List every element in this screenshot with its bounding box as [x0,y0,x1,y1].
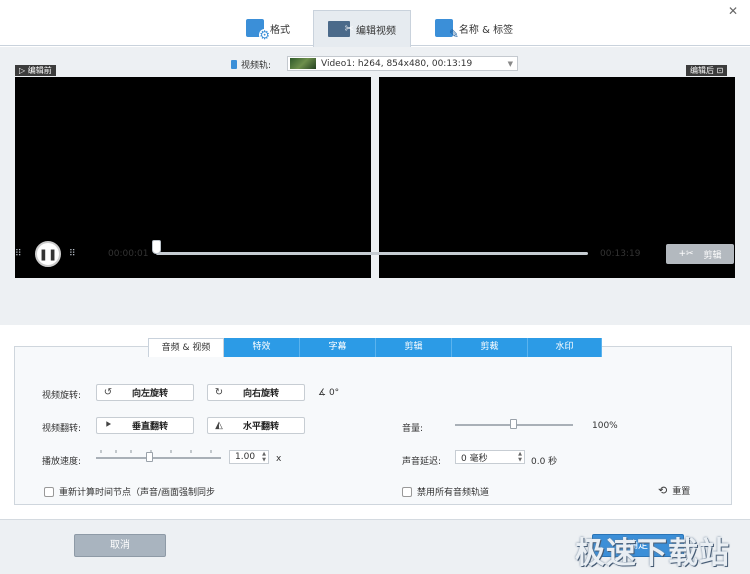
tab-subtitles[interactable]: 字幕 [300,338,376,357]
tab-format-label: 格式 [270,24,290,36]
pause-button[interactable]: ❚❚ [35,241,61,267]
speed-input[interactable]: 1.00 ▲ ▼ [229,450,269,464]
tag-edit-icon [434,19,459,41]
grip-right-icon: ⠿ [69,249,76,259]
tab-watermark[interactable]: 水印 [528,338,602,357]
video-track-value: Video1: h264, 854x480, 00:13:19 [321,58,473,69]
tab-effects[interactable]: 特效 [224,338,300,357]
rotate-right-button[interactable]: ↻ 向右旋转 [207,384,305,401]
before-preview-screen [15,77,371,278]
reset-icon: ⟲ [658,484,668,497]
recalc-timing-checkbox[interactable]: 重新计算时间节点（声音/画面强制同步 [44,485,215,498]
volume-label: 音量: [402,424,424,434]
cut-button-label: 剪辑 [703,250,722,261]
tab-name-tags[interactable]: 名称 & 标签 [432,10,516,46]
speed-slider-knob[interactable] [146,452,153,462]
flip-vertical-icon: ⯈ [104,420,112,431]
volume-value: 100% [592,421,618,431]
rotate-angle-readout: ∡ 0° [318,388,340,398]
edit-video-icon [328,21,354,37]
tab-edit-video-label: 编辑视频 [356,25,396,37]
speed-slider-ticks [100,450,212,453]
tab-format[interactable]: 格式 [238,10,298,46]
tab-audio-video[interactable]: 音频 & 视频 [148,338,224,357]
top-tab-bar: ✕ 格式 编辑视频 名称 & 标签 [0,0,750,47]
tab-edit-video[interactable]: 编辑视频 [313,10,411,47]
scissors-add-icon: +✂ [678,249,694,259]
pause-icon: ❚❚ [38,247,58,261]
rotate-label: 视频旋转: [42,391,82,401]
video-preview-panel: ▷ 编辑前 编辑后 ⊡ 视频轨: Video1: h264, 854x480, … [0,47,750,325]
cancel-button[interactable]: 取消 [74,534,166,557]
checkbox-box[interactable] [402,486,412,497]
delay-input[interactable]: 0 毫秒 ▲ ▼ [455,450,525,464]
close-icon[interactable]: ✕ [726,4,740,18]
flip-label: 视频翻转: [42,424,82,434]
video-track-select[interactable]: Video1: h264, 854x480, 00:13:19 ▼ [287,56,518,71]
disable-audio-checkbox[interactable]: 禁用所有音频轨道 [402,485,489,498]
rotate-left-button[interactable]: ↺ 向左旋转 [96,384,194,401]
tab-name-tags-label: 名称 & 标签 [458,24,514,36]
speed-slider[interactable] [96,457,221,459]
delay-seconds: 0.0 秒 [531,457,558,467]
video-track-label-group: 视频轨: [231,58,271,71]
video-track-icon [231,60,237,69]
watermark-text: 极速下载站 [575,536,730,571]
delay-label: 声音延迟: [402,457,442,467]
tab-crop[interactable]: 剪裁 [452,338,528,357]
flip-vertical-button[interactable]: ⯈ 垂直翻转 [96,417,194,434]
flip-horizontal-icon: ◭ [215,420,223,431]
checkbox-box[interactable] [44,486,54,497]
video-thumbnail [290,58,316,69]
rotate-right-icon: ↻ [214,387,224,398]
flip-horizontal-button[interactable]: ◭ 水平翻转 [207,417,305,434]
tab-trim[interactable]: 剪辑 [376,338,452,357]
format-gear-icon [246,19,270,41]
angle-icon: ∡ [318,388,329,398]
speed-label: 播放速度: [42,457,82,467]
after-edit-label: 编辑后 ⊡ [686,65,728,76]
chevron-down-icon: ▼ [507,60,513,68]
video-track-label: 视频轨: [241,61,272,71]
time-total: 00:13:19 [600,249,641,259]
volume-slider-knob[interactable] [510,419,517,429]
grip-left-icon: ⠿ [15,249,22,259]
before-edit-label: ▷ 编辑前 [15,65,56,76]
timeline-track[interactable] [156,252,588,255]
cut-button[interactable]: +✂ 剪辑 [666,244,734,264]
time-current: 00:00:01 [108,249,149,259]
timeline-handle[interactable] [152,240,161,254]
reset-button[interactable]: ⟲ 重置 [658,484,690,497]
spin-arrows-icon[interactable]: ▲ ▼ [518,451,522,463]
spin-arrows-icon[interactable]: ▲ ▼ [262,451,266,463]
speed-unit: x [276,454,282,464]
rotate-left-icon: ↺ [103,387,113,398]
